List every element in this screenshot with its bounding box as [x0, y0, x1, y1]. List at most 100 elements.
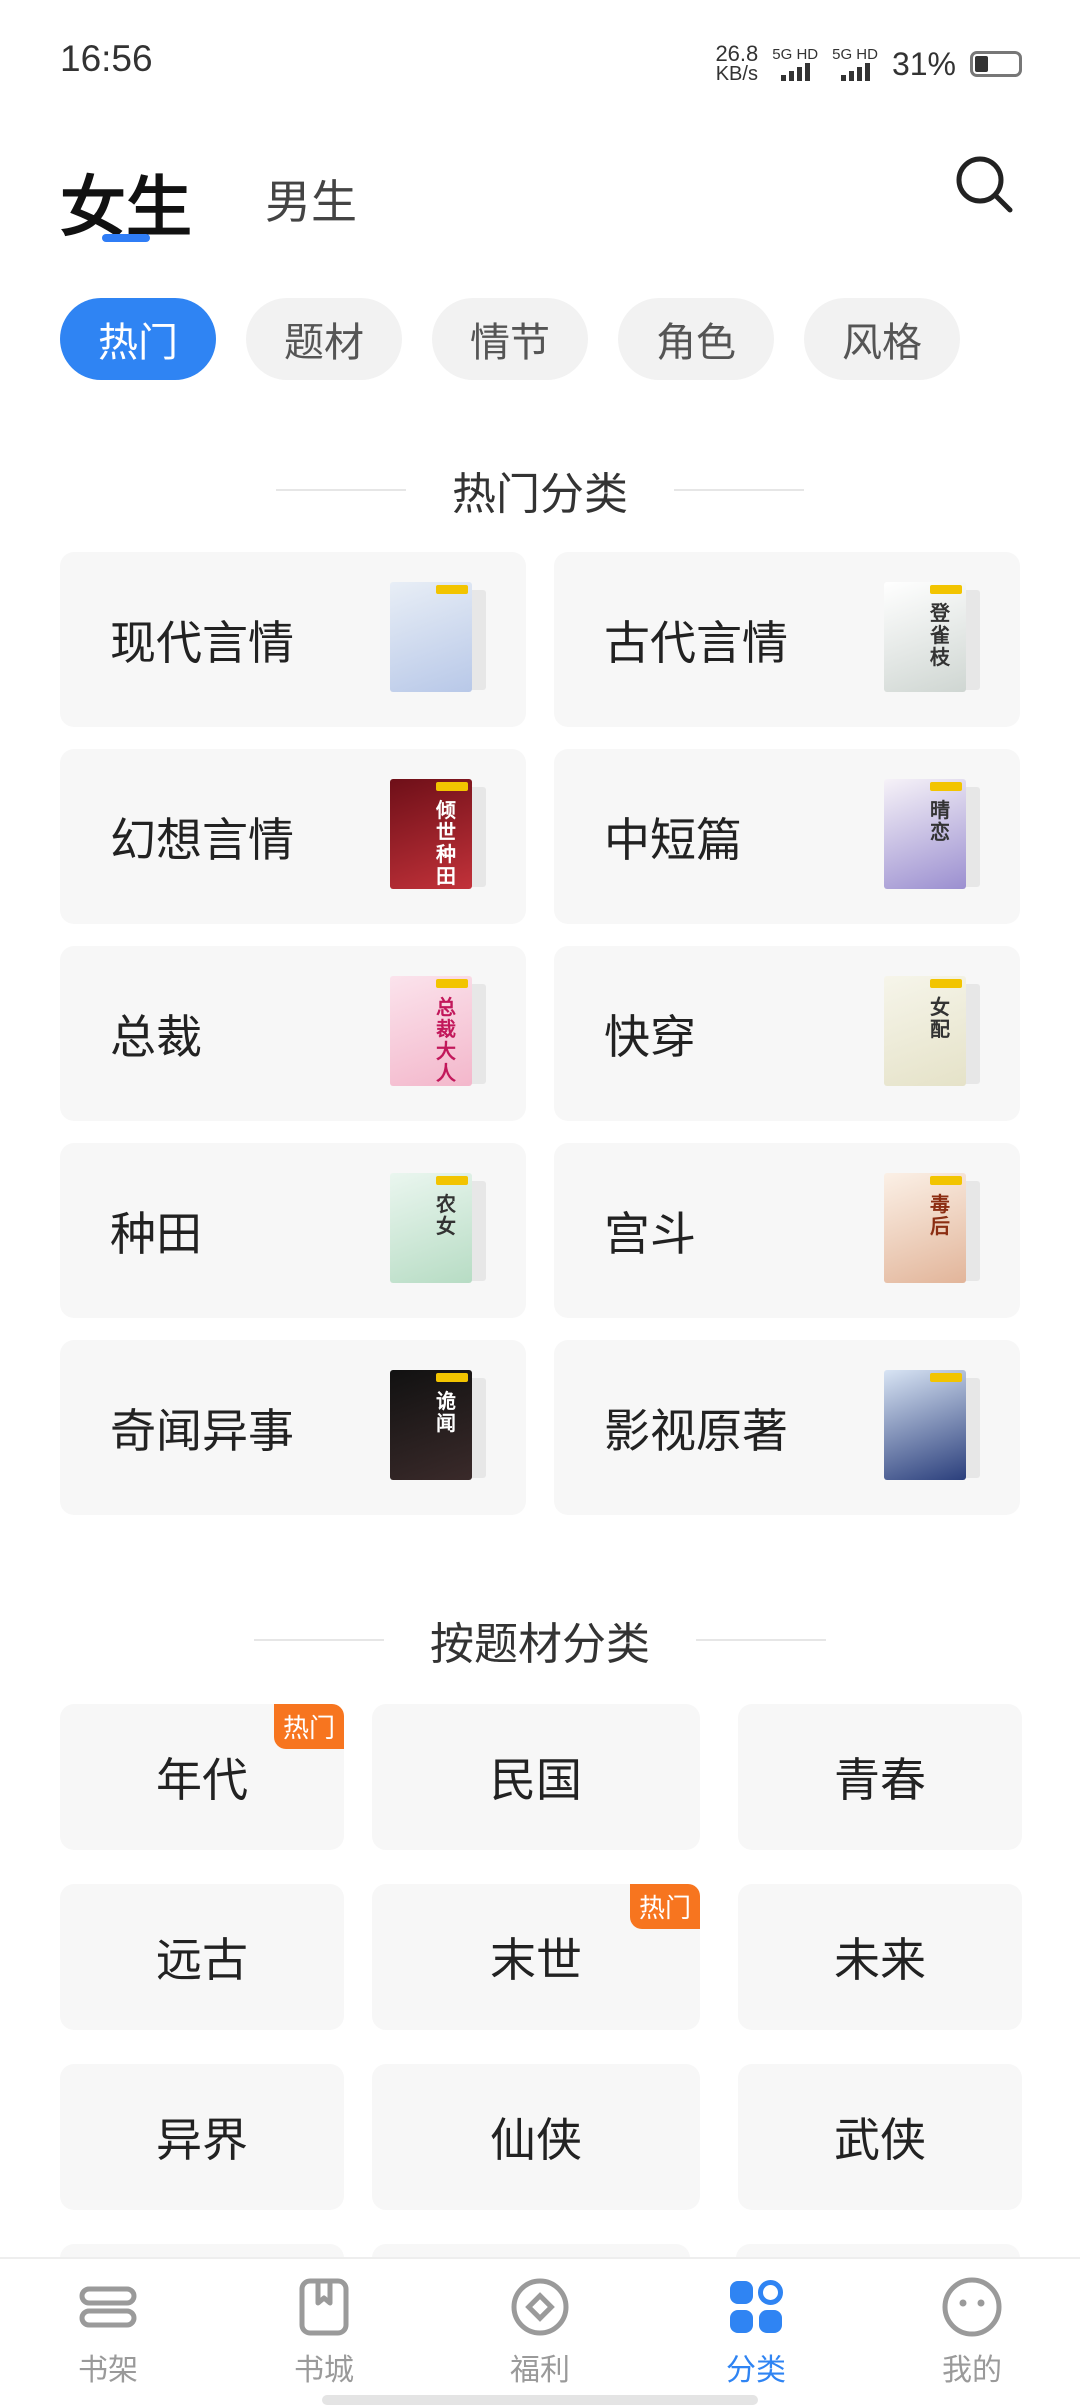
book-cover — [390, 582, 472, 692]
book-cover: 总裁大人 — [390, 976, 472, 1086]
rewards-icon — [511, 2278, 569, 2336]
topic-label: 未来 — [834, 1933, 926, 1987]
topic-card[interactable]: 青春 — [738, 1704, 1022, 1850]
topic-card[interactable]: 民国 — [372, 1704, 700, 1850]
nav-rewards[interactable]: 福利 — [470, 2275, 610, 2389]
home-indicator[interactable] — [322, 2395, 758, 2405]
nav-label: 我的 — [942, 2353, 1002, 2388]
topic-label: 武侠 — [834, 2113, 926, 2167]
nav-label: 书架 — [78, 2353, 138, 2388]
profile-icon — [942, 2277, 1002, 2337]
battery-icon — [970, 51, 1022, 77]
active-tab-indicator — [102, 234, 150, 242]
chip-topic[interactable]: 题材 — [246, 298, 402, 380]
hot-category-card[interactable]: 现代言情 — [60, 552, 526, 727]
topic-card[interactable]: 仙侠 — [372, 2064, 700, 2210]
hot-badge: 热门 — [273, 1704, 344, 1749]
chip-style[interactable]: 风格 — [804, 298, 960, 380]
hot-category-card[interactable]: 种田 农女 — [60, 1143, 526, 1318]
book-cover-stack: 诡闻 — [390, 1370, 490, 1485]
topic-card[interactable]: 末世 热门 — [372, 1884, 700, 2030]
chip-role[interactable]: 角色 — [618, 298, 774, 380]
topic-card[interactable]: 年代 热门 — [60, 1704, 344, 1850]
hot-section-header: 热门分类 — [0, 458, 1080, 522]
topic-card[interactable]: 异界 — [60, 2064, 344, 2210]
book-cover: 毒后 — [884, 1173, 966, 1283]
topic-section-header: 按题材分类 — [0, 1608, 1080, 1672]
filter-chips: 热门 题材 情节 角色 风格 — [60, 298, 960, 380]
nav-label: 书城 — [294, 2353, 354, 2388]
status-indicators: 26.8 KB/s 5G HD 5G HD 31% — [715, 40, 1022, 88]
network-speed-unit: KB/s — [715, 63, 758, 85]
book-cover: 诡闻 — [390, 1370, 472, 1480]
category-label: 宫斗 — [604, 1206, 696, 1261]
search-icon — [956, 156, 1013, 213]
category-label: 种田 — [110, 1206, 202, 1261]
category-label: 影视原著 — [604, 1403, 788, 1458]
category-label: 快穿 — [604, 1009, 696, 1064]
topic-label: 年代 — [156, 1753, 248, 1807]
book-cover-stack: 女配 — [884, 976, 984, 1091]
topic-card[interactable]: 武侠 — [738, 2064, 1022, 2210]
category-icon — [730, 2280, 783, 2333]
book-cover — [884, 1370, 966, 1480]
book-cover-stack: 晴恋 — [884, 779, 984, 894]
hot-category-grid: 现代言情 古代言情 登雀枝 幻想言情 倾世种田 中短篇 晴恋 总裁 总裁大人 快… — [60, 552, 1020, 1515]
book-cover-stack: 毒后 — [884, 1173, 984, 1288]
nav-category[interactable]: 分类 — [686, 2275, 826, 2389]
hot-category-card[interactable]: 古代言情 登雀枝 — [554, 552, 1020, 727]
nav-bookstore[interactable]: 书城 — [254, 2275, 394, 2389]
hot-category-card[interactable]: 中短篇 晴恋 — [554, 749, 1020, 924]
category-label: 现代言情 — [110, 615, 294, 670]
book-cover: 登雀枝 — [884, 582, 966, 692]
hot-category-card[interactable]: 幻想言情 倾世种田 — [60, 749, 526, 924]
sim2-label: 5G HD — [832, 46, 878, 63]
book-cover: 农女 — [390, 1173, 472, 1283]
network-speed: 26.8 KB/s — [715, 41, 759, 85]
topic-label: 青春 — [834, 1753, 926, 1807]
divider — [276, 489, 406, 491]
book-cover-stack: 倾世种田 — [390, 779, 490, 894]
bookshelf-icon — [79, 2286, 137, 2328]
topic-card[interactable]: 远古 — [60, 1884, 344, 2030]
book-cover: 女配 — [884, 976, 966, 1086]
battery-percent: 31% — [891, 45, 956, 82]
chip-plot[interactable]: 情节 — [432, 298, 588, 380]
category-label: 幻想言情 — [110, 812, 294, 867]
tab-male[interactable]: 男生 — [265, 166, 357, 232]
book-cover-stack — [884, 1370, 984, 1485]
category-label: 古代言情 — [604, 615, 788, 670]
category-label: 奇闻异事 — [110, 1403, 294, 1458]
nav-label: 福利 — [510, 2353, 570, 2388]
topic-label: 远古 — [156, 1933, 248, 1987]
signal-sim1-icon: 5G HD — [772, 47, 818, 81]
category-label: 总裁 — [110, 1009, 202, 1064]
sim1-label: 5G HD — [772, 46, 819, 63]
nav-label: 分类 — [726, 2353, 786, 2388]
book-cover-stack — [390, 582, 490, 697]
topic-section-title: 按题材分类 — [430, 1619, 650, 1670]
hot-category-card[interactable]: 总裁 总裁大人 — [60, 946, 526, 1121]
bottom-navigation: 书架 书城 福利 分类 我的 — [0, 2257, 1080, 2408]
hot-category-card[interactable]: 宫斗 毒后 — [554, 1143, 1020, 1318]
status-time: 16:56 — [60, 38, 153, 79]
topic-card[interactable]: 未来 — [738, 1884, 1022, 2030]
book-cover-stack: 农女 — [390, 1173, 490, 1288]
hot-category-card[interactable]: 快穿 女配 — [554, 946, 1020, 1121]
divider — [674, 489, 804, 491]
nav-bookshelf[interactable]: 书架 — [38, 2275, 178, 2389]
bookstore-icon — [299, 2278, 349, 2336]
topic-grid: 年代 热门 民国 青春 远古 末世 热门 未来 异界 仙侠 武侠 — [60, 1704, 1022, 2210]
signal-sim2-icon: 5G HD — [832, 47, 878, 81]
topic-label: 异界 — [156, 2113, 248, 2167]
search-button[interactable] — [952, 152, 1016, 216]
topic-label: 仙侠 — [490, 2113, 582, 2167]
hot-category-card[interactable]: 奇闻异事 诡闻 — [60, 1340, 526, 1515]
nav-profile[interactable]: 我的 — [902, 2275, 1042, 2389]
hot-category-card[interactable]: 影视原著 — [554, 1340, 1020, 1515]
category-page: 16:56 26.8 KB/s 5G HD 5G HD 31% 女生 男生 热门… — [0, 0, 1080, 2408]
chip-hot[interactable]: 热门 — [60, 298, 216, 380]
network-speed-value: 26.8 — [715, 41, 759, 66]
divider — [696, 1639, 826, 1641]
hot-badge: 热门 — [629, 1884, 700, 1929]
